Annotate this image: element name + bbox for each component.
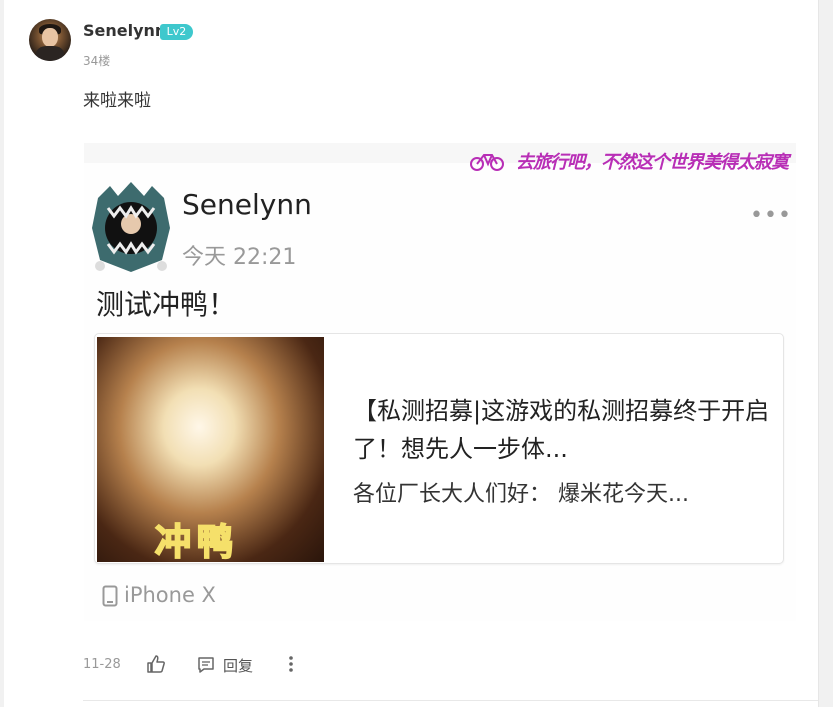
avatar[interactable] bbox=[29, 19, 71, 61]
reply-button[interactable]: 回复 bbox=[197, 654, 253, 676]
more-icon: ••• bbox=[750, 203, 792, 228]
left-border bbox=[0, 0, 4, 707]
bicycle-icon bbox=[470, 154, 504, 171]
scrollbar-track[interactable] bbox=[818, 0, 833, 707]
like-button[interactable] bbox=[146, 654, 166, 674]
share-thumbnail: 冲鸭 bbox=[97, 337, 324, 562]
comment-icon bbox=[198, 657, 214, 673]
monster-avatar bbox=[92, 182, 170, 272]
phone-icon bbox=[102, 585, 118, 607]
divider bbox=[83, 700, 818, 701]
attached-screenshot[interactable]: 去旅行吧，不然这个世界美得太寂寞 Senelynn 今天 22:21 ••• 测… bbox=[84, 143, 796, 621]
share-card: 冲鸭 【私测招募|这游戏的私测招募终于开启了！想先人一步体... 各位厂长大人们… bbox=[94, 333, 784, 564]
more-options-icon[interactable] bbox=[283, 654, 299, 674]
device-label: iPhone X bbox=[124, 583, 216, 607]
floor-number: 34楼 bbox=[83, 54, 111, 68]
comment-username[interactable]: Senelynn bbox=[83, 21, 166, 40]
thumbnail-label: 冲鸭 bbox=[154, 521, 240, 562]
reply-label: 回复 bbox=[223, 656, 254, 675]
post-time: 今天 22:21 bbox=[182, 245, 297, 270]
comment-date: 11-28 bbox=[83, 657, 121, 672]
slogan-text: 去旅行吧，不然这个世界美得太寂寞 bbox=[516, 152, 789, 173]
level-badge: Lv2 bbox=[160, 24, 193, 40]
post-text: 测试冲鸭！ bbox=[96, 288, 237, 321]
share-title: 【私测招募|这游戏的私测招募终于开启了！想先人一步体... bbox=[353, 397, 770, 463]
share-description: 各位厂长大人们好： 爆米花今天... bbox=[353, 482, 689, 507]
post-author: Senelynn bbox=[182, 188, 312, 221]
comment-text: 来啦来啦 bbox=[83, 91, 151, 111]
